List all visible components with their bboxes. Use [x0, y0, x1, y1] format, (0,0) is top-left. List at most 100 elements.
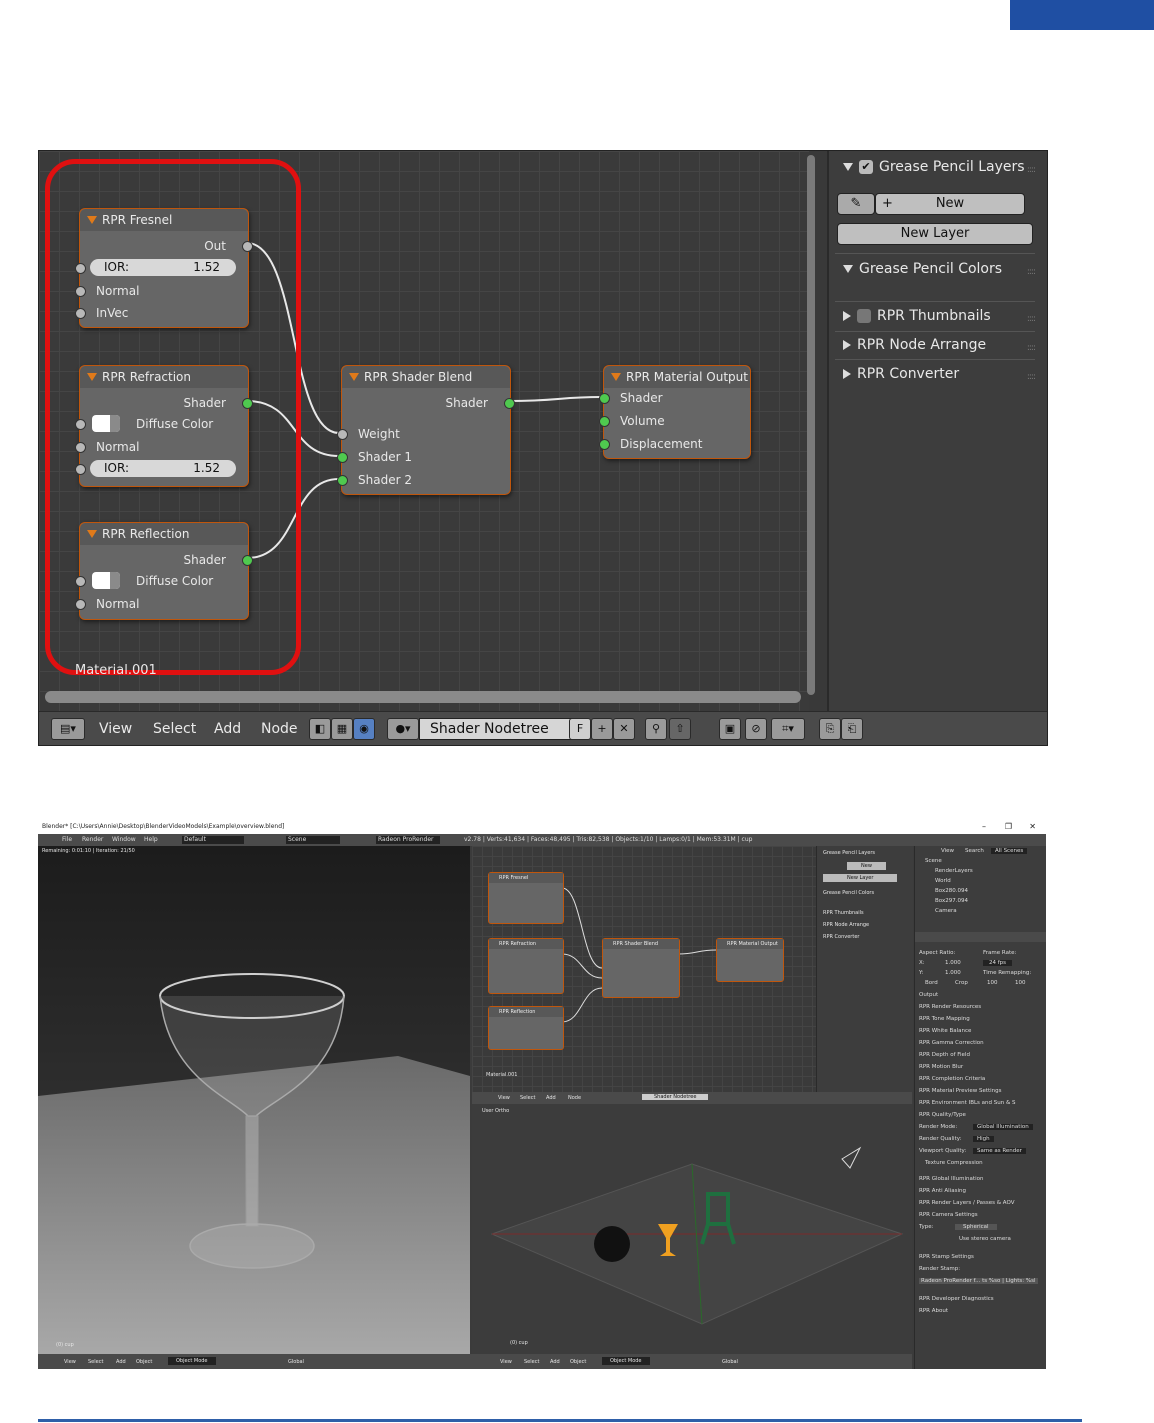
- section-completion[interactable]: RPR Completion Criteria: [919, 1076, 985, 1082]
- drag-grip-icon[interactable]: ::::: [1027, 372, 1036, 382]
- checkbox-icon[interactable]: [857, 309, 871, 323]
- outliner-filter[interactable]: All Scenes: [991, 848, 1028, 854]
- material-sphere-icon[interactable]: ●▾: [387, 718, 419, 740]
- camera-type-select[interactable]: Spherical: [955, 1224, 997, 1230]
- input-socket[interactable]: [337, 429, 348, 440]
- output-socket[interactable]: [504, 398, 515, 409]
- section-tone-mapping[interactable]: RPR Tone Mapping: [919, 1016, 970, 1022]
- outliner-item[interactable]: Scene: [925, 858, 942, 864]
- checkbox-icon[interactable]: ✔: [859, 160, 873, 174]
- menu-file[interactable]: File: [62, 834, 72, 846]
- border-checkbox[interactable]: Bord: [925, 980, 938, 986]
- close-icon[interactable]: ✕: [613, 718, 635, 740]
- snap-mode-icon[interactable]: ⌗▾: [771, 718, 805, 740]
- vertical-scrollbar[interactable]: [807, 155, 815, 695]
- section-output[interactable]: Output: [919, 992, 938, 998]
- aspect-y-value[interactable]: 1.000: [945, 970, 961, 976]
- horizontal-scrollbar[interactable]: [45, 691, 801, 703]
- menu-add[interactable]: Add: [546, 1095, 556, 1101]
- section-quality-type[interactable]: RPR Quality/Type: [919, 1112, 966, 1118]
- panel-rpr-converter[interactable]: RPR Converter: [823, 934, 859, 940]
- menu-node[interactable]: Node: [261, 721, 298, 737]
- menu-help[interactable]: Help: [144, 834, 158, 846]
- 3d-viewport[interactable]: User Ortho (0) cup: [472, 1104, 912, 1354]
- menu-select-2[interactable]: Select: [524, 1359, 539, 1365]
- add-icon[interactable]: +: [591, 718, 613, 740]
- layout-selector[interactable]: Default: [182, 836, 244, 844]
- pencil-icon[interactable]: ✎: [837, 193, 875, 215]
- outliner-tab-view[interactable]: View: [941, 848, 954, 854]
- mini-node-fresnel[interactable]: RPR Fresnel: [488, 872, 564, 924]
- panel-grease-pencil-layers[interactable]: Grease Pencil Layers: [823, 850, 875, 856]
- fps-selector[interactable]: 24 fps: [983, 960, 1013, 966]
- node-editor-mini[interactable]: RPR Fresnel RPR Refraction RPR Reflectio…: [472, 846, 816, 1092]
- properties-tabs[interactable]: [915, 932, 1046, 942]
- shader-nodes-icon[interactable]: ◉: [353, 718, 375, 740]
- mini-node-blend[interactable]: RPR Shader Blend: [602, 938, 680, 998]
- new-layer-button[interactable]: New Layer: [837, 223, 1033, 245]
- orientation-selector[interactable]: Global: [288, 1359, 304, 1365]
- outliner-item[interactable]: World: [935, 878, 951, 884]
- drag-grip-icon[interactable]: ::::: [1027, 165, 1036, 175]
- close-icon[interactable]: ✕: [1029, 820, 1036, 834]
- node-canvas[interactable]: RPR Fresnel Out IOR: 1.52 Normal InVec RP…: [39, 151, 815, 711]
- fake-user-button[interactable]: F: [569, 718, 591, 740]
- snap-icon[interactable]: ⊘: [745, 718, 767, 740]
- node-rpr-material-output[interactable]: RPR Material Output Shader Volume Displa…: [599, 365, 751, 459]
- editor-type-icon[interactable]: ▤▾: [51, 718, 85, 740]
- section-anti-aliasing[interactable]: RPR Anti Aliasing: [919, 1188, 966, 1194]
- mini-node-reflection[interactable]: RPR Reflection: [488, 1006, 564, 1050]
- copy-icon[interactable]: ⎘: [819, 718, 841, 740]
- section-white-balance[interactable]: RPR White Balance: [919, 1028, 971, 1034]
- section-render-layers[interactable]: RPR Render Layers / Passes & AOV: [919, 1200, 1014, 1206]
- drag-grip-icon[interactable]: ::::: [1027, 267, 1036, 277]
- panel-grease-pencil-colors[interactable]: Grease Pencil Colors: [823, 890, 874, 896]
- menu-add[interactable]: Add: [214, 721, 241, 737]
- menu-add[interactable]: Add: [116, 1359, 126, 1365]
- render-mode-select[interactable]: Global Illumination: [973, 1124, 1033, 1130]
- menu-view[interactable]: View: [64, 1359, 76, 1365]
- remap-old[interactable]: 100: [987, 980, 998, 986]
- input-socket[interactable]: [599, 416, 610, 427]
- panel-rpr-thumbnails[interactable]: RPR Thumbnails: [843, 308, 991, 324]
- panel-rpr-thumbnails[interactable]: RPR Thumbnails: [823, 910, 864, 916]
- section-material-preview[interactable]: RPR Material Preview Settings: [919, 1088, 1002, 1094]
- section-global-illumination[interactable]: RPR Global Illumination: [919, 1176, 983, 1182]
- section-camera-settings[interactable]: RPR Camera Settings: [919, 1212, 978, 1218]
- scene-selector[interactable]: Scene: [286, 836, 340, 844]
- mini-node-refraction[interactable]: RPR Refraction: [488, 938, 564, 994]
- nodetree-name-field[interactable]: Shader Nodetree: [642, 1094, 709, 1100]
- menu-window[interactable]: Window: [112, 834, 136, 846]
- restore-icon[interactable]: ❐: [1005, 820, 1012, 834]
- menu-render[interactable]: Render: [82, 834, 103, 846]
- menu-node[interactable]: Node: [568, 1095, 581, 1101]
- section-dof[interactable]: RPR Depth of Field: [919, 1052, 970, 1058]
- remap-new[interactable]: 100: [1015, 980, 1026, 986]
- texture-nodes-icon[interactable]: ▦: [331, 718, 353, 740]
- section-about[interactable]: RPR About: [919, 1308, 948, 1314]
- mode-selector-2[interactable]: Object Mode: [602, 1357, 650, 1365]
- object-nodes-icon[interactable]: ◧: [309, 718, 331, 740]
- backdrop-icon[interactable]: ▣: [719, 718, 741, 740]
- input-socket[interactable]: [599, 393, 610, 404]
- new-layer-button[interactable]: New Layer: [823, 874, 898, 882]
- panel-rpr-node-arrange[interactable]: RPR Node Arrange: [843, 337, 986, 353]
- menu-select[interactable]: Select: [520, 1095, 535, 1101]
- input-socket[interactable]: [599, 439, 610, 450]
- outliner-item[interactable]: Box297.094: [935, 898, 968, 904]
- drag-grip-icon[interactable]: ::::: [1027, 343, 1036, 353]
- mode-selector[interactable]: Object Mode: [168, 1357, 216, 1365]
- viewport-quality-select[interactable]: Same as Render: [973, 1148, 1026, 1154]
- mini-node-output[interactable]: RPR Material Output: [716, 938, 784, 982]
- menu-view[interactable]: View: [498, 1095, 510, 1101]
- parent-node-icon[interactable]: ⇧: [669, 718, 691, 740]
- menu-object[interactable]: Object: [136, 1359, 152, 1365]
- new-button[interactable]: New: [847, 862, 886, 870]
- collapse-triangle-icon[interactable]: [349, 373, 359, 381]
- input-socket[interactable]: [337, 452, 348, 463]
- menu-object-2[interactable]: Object: [570, 1359, 586, 1365]
- render-viewport[interactable]: Remaining: 0:01:10 | Iteration: 21/50 (0…: [38, 846, 470, 1354]
- panel-grease-pencil-layers[interactable]: ✔ Grease Pencil Layers: [843, 159, 1025, 175]
- stereo-checkbox[interactable]: Use stereo camera: [959, 1236, 1011, 1242]
- menu-select[interactable]: Select: [88, 1359, 103, 1365]
